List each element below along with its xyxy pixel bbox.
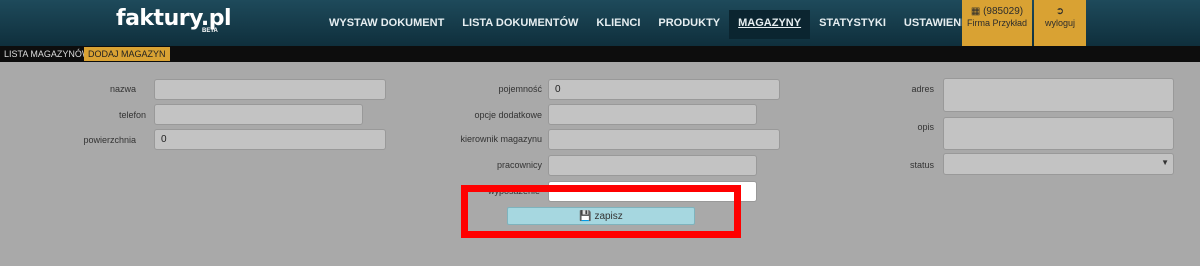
nav-klienci[interactable]: KLIENCI — [587, 10, 649, 39]
label-nazwa: nazwa — [109, 84, 136, 94]
label-status: status — [909, 160, 934, 170]
label-opcje-dodatkowe: opcje dodatkowe — [474, 110, 542, 120]
opis-textarea[interactable] — [943, 117, 1174, 150]
beta-badge: BETA — [202, 28, 218, 34]
status-select[interactable]: ▼ — [943, 153, 1174, 175]
label-adres: adres — [911, 84, 934, 94]
nav-wystaw-dokument[interactable]: WYSTAW DOKUMENT — [320, 10, 453, 39]
telefon-input[interactable] — [154, 104, 363, 125]
logout-button[interactable]: ➲ wyloguj — [1034, 0, 1086, 46]
nav-magazyny[interactable]: MAGAZYNY — [729, 10, 811, 39]
adres-textarea[interactable] — [943, 78, 1174, 112]
label-kierownik-magazynu: kierownik magazynu — [460, 134, 542, 144]
logout-label: wyloguj — [1044, 18, 1075, 28]
nav-produkty[interactable]: PRODUKTY — [649, 10, 729, 39]
user-id: (985029) — [983, 6, 1024, 17]
nav-statystyki[interactable]: STATYSTYKI — [810, 10, 895, 39]
sub-nav: LISTA MAGAZYNÓW DODAJ MAGAZYN — [0, 46, 1200, 62]
label-powierzchnia: powierzchnia — [83, 135, 136, 145]
building-icon: ▦ (985029) — [970, 6, 1024, 17]
label-opis: opis — [917, 122, 934, 132]
pojemnosc-input[interactable]: 0 — [548, 79, 780, 100]
label-telefon: telefon — [118, 110, 146, 120]
kierownik-magazynu-input[interactable] — [548, 129, 780, 150]
main-nav: WYSTAW DOKUMENT LISTA DOKUMENTÓW KLIENCI… — [320, 10, 981, 46]
opcje-dodatkowe-input[interactable] — [548, 104, 757, 125]
top-bar: faktury.pl BETA WYSTAW DOKUMENT LISTA DO… — [0, 0, 1200, 46]
highlight-box — [461, 185, 741, 238]
logout-icon: ➲ — [1055, 6, 1065, 17]
firm-name: Firma Przykład — [966, 18, 1027, 28]
pracownicy-input[interactable] — [548, 155, 757, 176]
subtab-dodaj-magazyn[interactable]: DODAJ MAGAZYN — [84, 47, 170, 61]
label-pracownicy: pracownicy — [496, 160, 542, 170]
powierzchnia-input[interactable]: 0 — [154, 129, 386, 150]
firm-account-button[interactable]: ▦ (985029) Firma Przykład — [962, 0, 1032, 46]
nav-lista-dokumentow[interactable]: LISTA DOKUMENTÓW — [453, 10, 587, 39]
label-pojemnosc: pojemność — [498, 84, 542, 94]
subtab-lista-magazynow[interactable]: LISTA MAGAZYNÓW — [0, 47, 94, 61]
nazwa-input[interactable] — [154, 79, 386, 100]
dropdown-arrow-icon: ▼ — [1161, 158, 1169, 167]
